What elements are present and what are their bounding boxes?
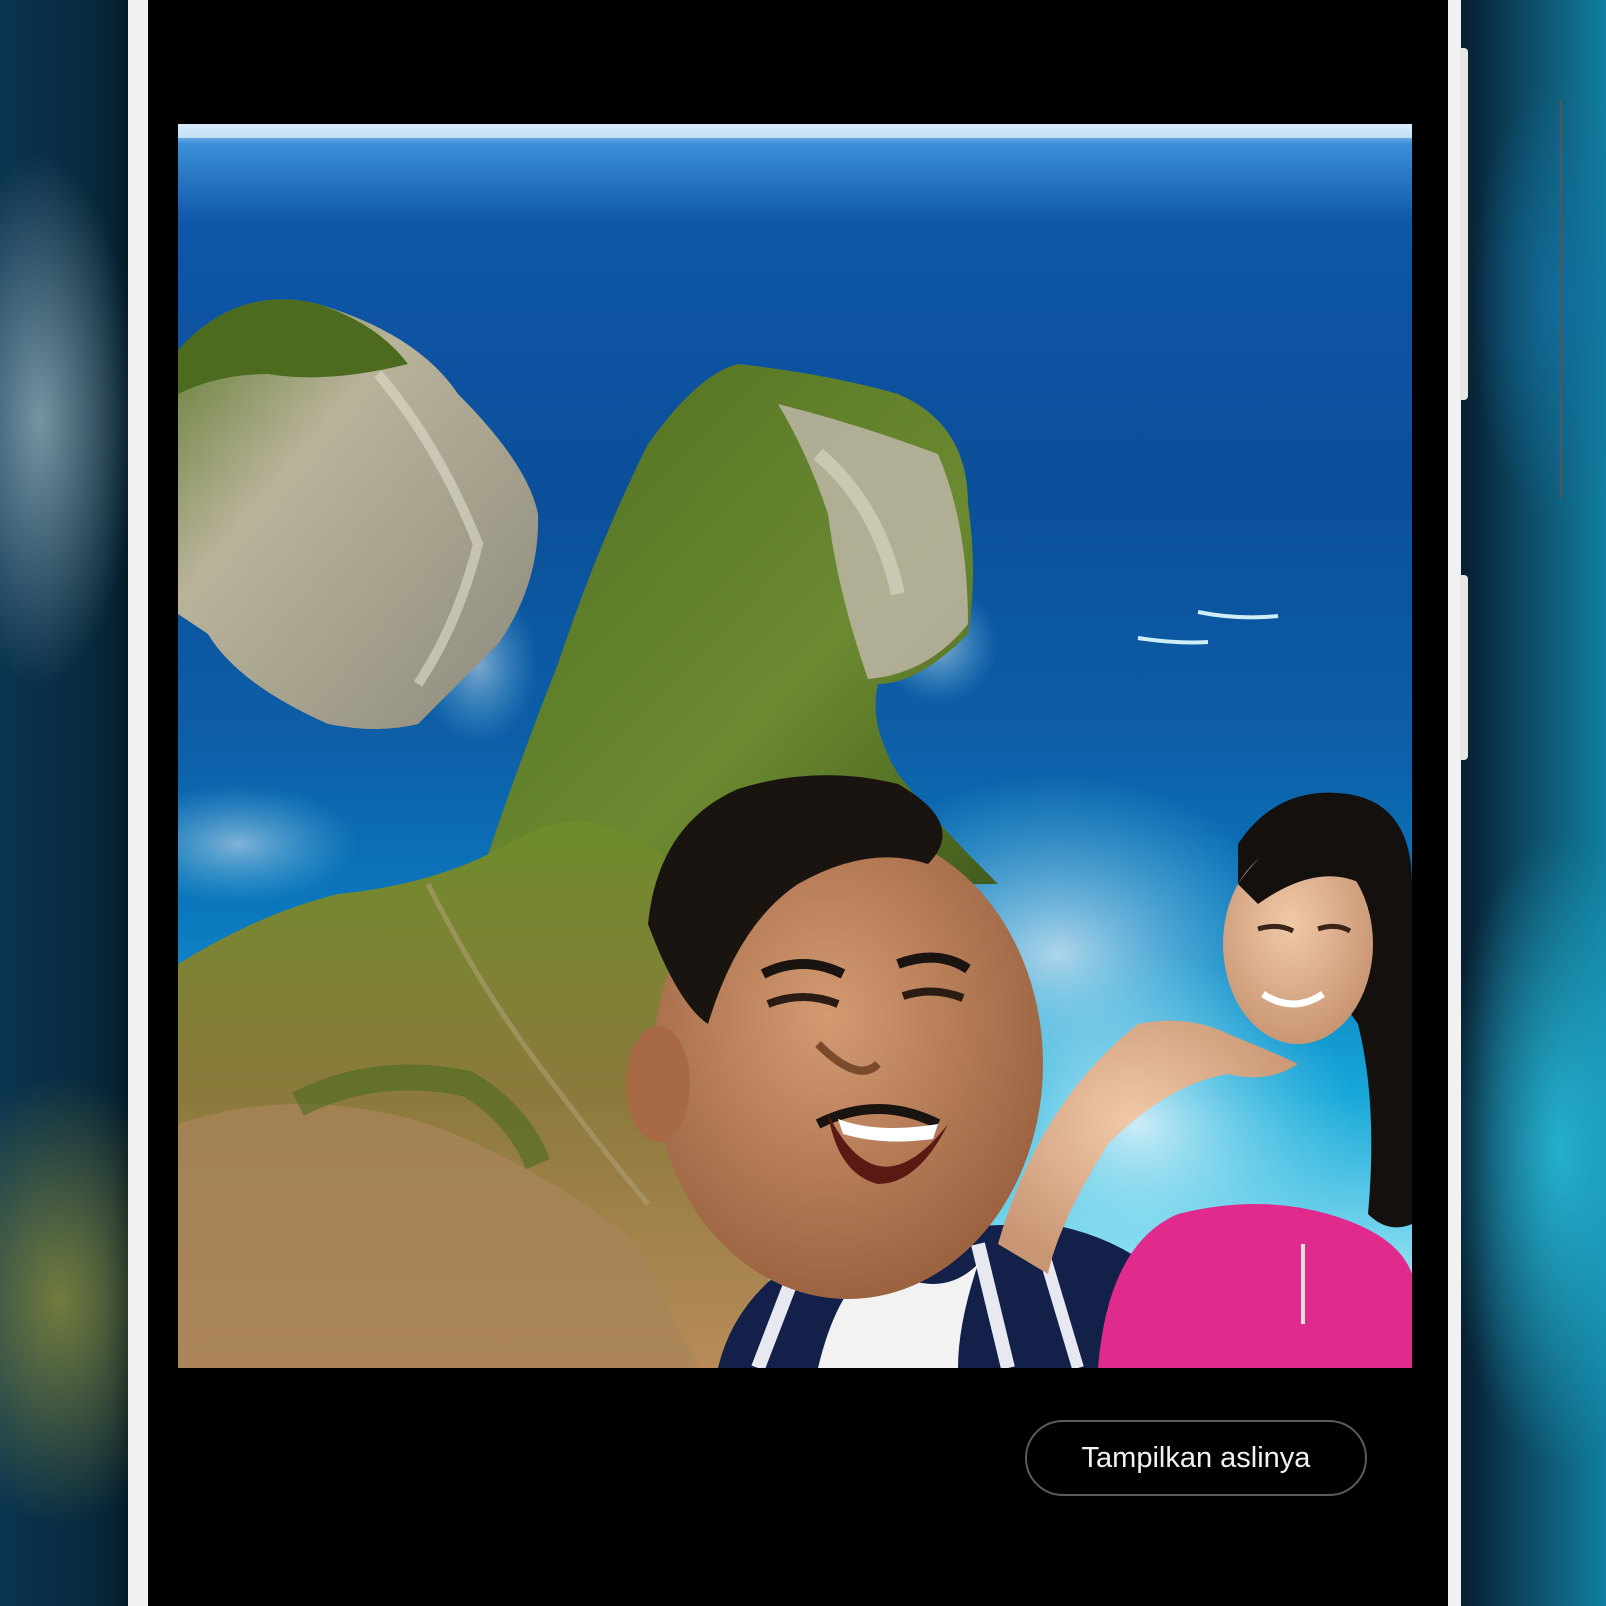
- screen-edge: [1552, 98, 1562, 498]
- power-button: [1460, 575, 1468, 760]
- photo-illustration: [178, 124, 1412, 1368]
- show-original-button[interactable]: Tampilkan aslinya: [1025, 1420, 1367, 1496]
- volume-button: [1460, 48, 1468, 400]
- edited-photo[interactable]: [178, 124, 1412, 1368]
